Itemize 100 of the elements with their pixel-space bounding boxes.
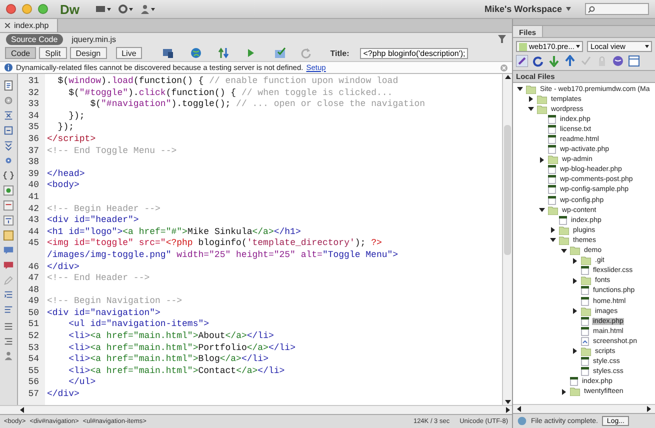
site-icon <box>519 42 527 50</box>
code-line: <li><a href="main.html">About</a></li> <box>68 331 274 343</box>
view-mode-button[interactable]: Design <box>70 47 107 59</box>
collapsed-arrow-icon[interactable] <box>538 156 544 163</box>
horizontal-scrollbar[interactable] <box>513 404 655 413</box>
format-icon[interactable] <box>3 320 14 331</box>
search-icon <box>588 6 595 12</box>
line-number: 55 <box>27 366 40 378</box>
horizontal-scrollbar[interactable] <box>0 405 512 414</box>
scroll-right-icon[interactable] <box>505 407 510 413</box>
filter-icon[interactable] <box>498 35 506 43</box>
code-line: <!-- Begin Header --> <box>47 204 160 216</box>
collapsed-arrow-icon[interactable] <box>572 278 578 284</box>
refresh-icon[interactable] <box>532 55 544 67</box>
code-line: <!-- End Toggle Menu --> <box>47 146 177 158</box>
line-number: 46 <box>27 262 40 274</box>
code-line: </head> <box>47 168 85 180</box>
collapsed-arrow-icon[interactable] <box>572 308 578 314</box>
expanded-arrow-icon[interactable] <box>528 106 534 112</box>
code-line: <div id="navigation"> <box>47 308 160 320</box>
highlight-icon[interactable] <box>3 185 14 196</box>
view-mode-button[interactable]: Split <box>39 47 67 59</box>
indent-icon[interactable] <box>3 290 14 301</box>
view-mode-button[interactable]: Code <box>5 47 36 59</box>
expanded-arrow-icon[interactable] <box>516 86 522 92</box>
line-number: 34 <box>27 110 40 122</box>
expanded-arrow-icon[interactable] <box>560 248 566 254</box>
vertical-scrollbar[interactable] <box>502 74 512 405</box>
line-number: 50 <box>27 308 40 320</box>
line-number: 51 <box>27 319 40 332</box>
person-icon[interactable] <box>3 350 14 361</box>
workspace-switcher[interactable]: Mike's Workspace <box>484 4 571 14</box>
layout-menu-icon[interactable] <box>96 4 112 14</box>
collapsed-arrow-icon[interactable] <box>528 96 534 102</box>
close-icon[interactable] <box>5 23 10 28</box>
expand-icon[interactable] <box>3 140 14 151</box>
collapsed-arrow-icon[interactable] <box>560 388 566 395</box>
comment-icon[interactable] <box>3 200 14 211</box>
collapse-icon[interactable] <box>3 125 14 136</box>
line-number: 47 <box>27 273 40 285</box>
close-window-button[interactable] <box>6 4 16 14</box>
folder-icon <box>548 155 558 164</box>
line-number: 31 <box>27 76 40 88</box>
scroll-left-icon[interactable] <box>20 407 25 413</box>
outdent-icon[interactable] <box>3 305 14 316</box>
code-file-icon <box>570 377 578 386</box>
collapsed-arrow-icon[interactable] <box>572 348 578 354</box>
code-line: </div> <box>47 389 80 401</box>
expanded-arrow-icon[interactable] <box>538 207 544 214</box>
line-number: 37 <box>27 146 40 158</box>
code-file-icon <box>559 216 567 225</box>
format-icon[interactable] <box>3 335 14 346</box>
scrollbar-thumb[interactable] <box>504 124 511 254</box>
person-menu-icon[interactable] <box>140 4 156 14</box>
title-field[interactable]: <?php bloginfo('description'); <box>360 48 468 58</box>
search-field[interactable] <box>585 3 649 15</box>
document-icon[interactable] <box>3 80 14 91</box>
line-number: 56 <box>27 377 40 390</box>
line-number: 42 <box>27 204 40 216</box>
check-mark-icon[interactable] <box>580 55 592 67</box>
line-number: 40 <box>27 180 40 192</box>
down-arrow-icon[interactable] <box>548 55 560 67</box>
view-mode-button[interactable]: Live <box>116 47 142 59</box>
code-line: </ul> <box>68 377 96 390</box>
zoom-window-button[interactable] <box>38 4 48 14</box>
related-file-tab[interactable]: Source Code <box>6 34 63 44</box>
collapsed-arrow-icon[interactable] <box>550 227 556 234</box>
folder-icon <box>570 387 580 396</box>
line-number: 32 <box>27 88 40 100</box>
line-number: 36 <box>27 134 40 146</box>
braces-icon[interactable] <box>3 170 14 181</box>
up-arrow-icon[interactable] <box>564 55 576 67</box>
code-line: <ul id="navigation-items"> <box>68 319 210 332</box>
gear-icon[interactable] <box>3 95 14 106</box>
chat-bubble-icon[interactable] <box>3 245 14 256</box>
chat-bubble-icon[interactable] <box>3 260 14 271</box>
code-line: }); <box>68 110 85 122</box>
document-tab[interactable]: index.php <box>0 19 58 32</box>
expanded-arrow-icon[interactable] <box>550 237 556 244</box>
line-number: 48 <box>27 284 40 296</box>
check-icon[interactable] <box>272 47 288 59</box>
line-number: 35 <box>27 122 40 134</box>
snippet-icon[interactable] <box>3 230 14 241</box>
panel-grip[interactable] <box>513 19 655 26</box>
scroll-right-icon[interactable] <box>646 406 651 412</box>
collapse-icon[interactable] <box>3 110 14 121</box>
expand-panel-icon[interactable] <box>628 55 640 67</box>
collapsed-arrow-icon[interactable] <box>572 258 578 264</box>
caret-icon <box>566 7 571 11</box>
gear-menu-icon[interactable] <box>118 4 134 14</box>
code-line: </div> <box>47 262 80 274</box>
code-line: $(window).load(function() { // enable function upon window load <box>56 76 398 88</box>
code-line: <!-- End Header --> <box>47 273 150 285</box>
code-line: <!-- Begin Navigation --> <box>47 296 182 308</box>
line-number: 45 <box>27 238 40 250</box>
line-number: 44 <box>27 226 40 238</box>
uncomment-icon[interactable] <box>3 215 14 226</box>
related-file-tab[interactable]: jquery.min.js <box>66 34 122 44</box>
code-line: <h1 id="logo"><a href="#">Mike Sinkula</a></h1> <box>47 226 301 238</box>
scroll-left-icon[interactable] <box>517 406 522 412</box>
